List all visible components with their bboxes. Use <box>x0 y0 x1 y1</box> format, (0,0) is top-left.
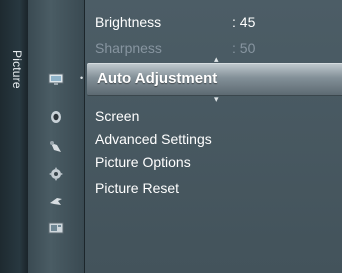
tv-osd-menu: Picture Brightness : 45 Sharpness : 50 S… <box>0 0 342 273</box>
selected-item-label: Auto Adjustment <box>97 70 218 87</box>
settings-icon[interactable] <box>48 167 64 181</box>
menu-item-picture-reset[interactable]: Picture Reset <box>95 180 179 196</box>
scroll-up-dot-icon: ▴ <box>214 54 219 64</box>
menu-item-label: Picture Reset <box>95 180 180 196</box>
category-title: Picture <box>10 50 24 89</box>
sharpness-label: Sharpness <box>95 40 162 56</box>
picture-icon[interactable] <box>48 72 64 86</box>
category-rail: Picture <box>0 0 28 273</box>
selection-marker-icon: • <box>80 73 84 83</box>
menu-item-brightness[interactable]: Brightness : 45 <box>95 14 255 30</box>
menu-item-label: Advanced Settings <box>95 131 212 147</box>
brightness-label: Brightness <box>95 14 162 30</box>
menu-item-advanced-settings[interactable]: Advanced Settings <box>95 131 212 147</box>
sharpness-value: : 50 <box>232 40 256 56</box>
sound-icon[interactable] <box>48 110 64 124</box>
application-icon[interactable] <box>48 221 64 235</box>
menu-item-auto-adjustment[interactable]: Auto Adjustment <box>87 63 342 96</box>
menu-panel: Brightness : 45 Sharpness : 50 Screen Ad… <box>85 0 342 273</box>
menu-item-picture-options[interactable]: Picture Options <box>95 154 191 170</box>
scroll-down-dot-icon: ▾ <box>214 94 219 104</box>
menu-item-label: Screen <box>95 108 140 124</box>
setup-icon[interactable] <box>48 140 64 154</box>
menu-item-label: Picture Options <box>95 154 191 170</box>
menu-item-screen[interactable]: Screen <box>95 108 139 124</box>
input-icon[interactable] <box>48 194 64 208</box>
menu-item-sharpness: Sharpness : 50 <box>95 40 255 56</box>
brightness-value: : 45 <box>232 14 256 30</box>
